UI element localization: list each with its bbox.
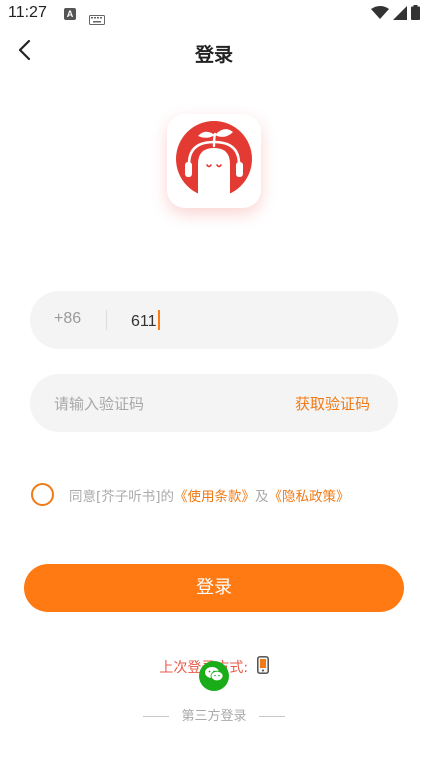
terms-link[interactable]: 《使用条款》 bbox=[174, 489, 255, 505]
divider bbox=[106, 310, 107, 330]
wifi-icon bbox=[371, 5, 389, 24]
agreement-checkbox[interactable] bbox=[31, 483, 54, 506]
divider-right bbox=[258, 716, 285, 717]
phone-input[interactable]: 611 bbox=[131, 310, 160, 331]
phone-field[interactable]: +86 611 bbox=[30, 291, 398, 349]
agreement-text: 同意[芥子听书]的《使用条款》及《隐私政策》 bbox=[69, 485, 350, 505]
country-code[interactable]: +86 bbox=[54, 310, 81, 328]
third-party-label: 第三方登录 bbox=[181, 709, 247, 724]
phone-input-value: 611 bbox=[131, 313, 157, 330]
verification-code-input[interactable]: 请输入验证码 bbox=[54, 393, 144, 414]
divider-left bbox=[143, 716, 170, 717]
a-notification-icon: A bbox=[64, 8, 76, 20]
signal-icon bbox=[393, 5, 407, 24]
wechat-login-button[interactable] bbox=[199, 661, 229, 691]
text-caret bbox=[157, 310, 160, 330]
status-right-icons bbox=[371, 5, 420, 24]
login-screen: 11:27 A 登录 +86 611 请输入验证码 获取验证码 同意[芥子听书]… bbox=[0, 0, 428, 762]
agreement-and: 及 bbox=[255, 489, 269, 505]
third-party-login: 第三方登录 bbox=[0, 705, 428, 724]
app-logo bbox=[167, 114, 261, 208]
wechat-icon bbox=[204, 666, 224, 686]
agreement-prefix: 同意[芥子听书]的 bbox=[69, 489, 175, 505]
status-bar: 11:27 A bbox=[0, 0, 428, 30]
privacy-link[interactable]: 《隐私政策》 bbox=[269, 489, 350, 505]
battery-icon bbox=[411, 5, 420, 24]
verification-code-field[interactable]: 请输入验证码 获取验证码 bbox=[30, 374, 398, 432]
get-code-button[interactable]: 获取验证码 bbox=[295, 393, 370, 414]
page-title: 登录 bbox=[194, 44, 233, 66]
app-logo-icon bbox=[175, 120, 253, 202]
phone-icon bbox=[256, 656, 269, 678]
keyboard-icon bbox=[89, 10, 105, 29]
login-button[interactable]: 登录 bbox=[24, 564, 404, 612]
status-time: 11:27 bbox=[8, 4, 47, 21]
